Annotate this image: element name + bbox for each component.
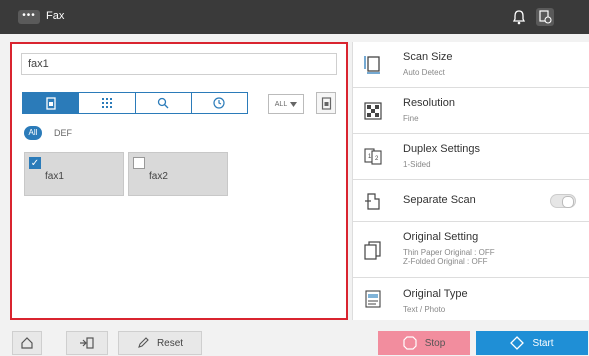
setting-title: Separate Scan bbox=[403, 194, 476, 206]
setting-value: Thin Paper Original : OFF bbox=[403, 248, 495, 257]
scan-size-setting[interactable]: Scan Size Auto Detect bbox=[353, 42, 589, 88]
separate-scan-setting[interactable]: Separate Scan bbox=[353, 180, 589, 222]
stop-button[interactable]: Stop bbox=[378, 331, 470, 355]
index-select[interactable]: ALL bbox=[268, 94, 304, 114]
start-icon bbox=[510, 336, 525, 350]
reset-button[interactable]: Reset bbox=[118, 331, 202, 355]
duplex-icon: 12 bbox=[364, 148, 382, 165]
checkbox[interactable] bbox=[133, 157, 145, 169]
setting-value: 1-Sided bbox=[403, 160, 431, 169]
destination-input[interactable]: fax1 bbox=[21, 53, 337, 75]
home-icon bbox=[21, 337, 33, 349]
setting-title: Scan Size bbox=[403, 51, 453, 63]
destination-label: fax2 bbox=[149, 171, 168, 182]
page-title: Fax bbox=[46, 10, 65, 22]
duplex-setting[interactable]: 12 Duplex Settings 1-Sided bbox=[353, 134, 589, 180]
setting-title: Original Type bbox=[403, 288, 468, 300]
chevron-down-icon bbox=[290, 101, 298, 107]
address-book-icon bbox=[321, 96, 331, 110]
top-bar: ••• Fax bbox=[0, 0, 589, 34]
checkbox-checked[interactable]: ✓ bbox=[29, 157, 41, 169]
separate-scan-toggle[interactable] bbox=[550, 194, 576, 208]
tab-keypad[interactable] bbox=[78, 93, 135, 113]
bell-icon[interactable] bbox=[510, 8, 528, 26]
address-book-icon bbox=[45, 96, 56, 110]
original-setting-icon bbox=[364, 241, 381, 260]
destination-card[interactable]: ✓ fax1 bbox=[24, 152, 124, 196]
bottom-bar: Reset Stop Start bbox=[0, 324, 589, 356]
address-detail-button[interactable] bbox=[316, 92, 336, 114]
start-button[interactable]: Start bbox=[476, 331, 588, 355]
setting-value: Text / Photo bbox=[403, 305, 446, 314]
scan-size-icon bbox=[364, 56, 380, 74]
separate-scan-icon bbox=[365, 193, 380, 210]
tab-address-book[interactable] bbox=[23, 93, 79, 113]
setting-title: Original Setting bbox=[403, 231, 479, 243]
stop-label: Stop bbox=[424, 337, 446, 349]
resolution-setting[interactable]: Resolution Fine bbox=[353, 88, 589, 134]
history-clock-icon bbox=[213, 97, 225, 109]
search-icon bbox=[157, 97, 169, 109]
logout-icon bbox=[80, 337, 94, 349]
job-status-icon[interactable] bbox=[536, 8, 554, 26]
tab-history[interactable] bbox=[190, 93, 247, 113]
resolution-icon bbox=[364, 102, 382, 120]
setting-title: Resolution bbox=[403, 97, 455, 109]
filter-def[interactable]: DEF bbox=[54, 128, 72, 138]
destination-label: fax1 bbox=[45, 171, 64, 182]
logout-button[interactable] bbox=[66, 331, 108, 355]
more-dots-icon[interactable]: ••• bbox=[18, 10, 40, 24]
tab-search[interactable] bbox=[134, 93, 191, 113]
destination-tabs bbox=[22, 92, 248, 114]
original-type-setting[interactable]: Original Type Text / Photo bbox=[353, 278, 589, 320]
setting-title: Duplex Settings bbox=[403, 143, 481, 155]
destination-panel: fax1 ALL All DEF ✓ fax1 fax2 bbox=[10, 42, 348, 320]
setting-value: Fine bbox=[403, 114, 419, 123]
keypad-icon bbox=[101, 98, 112, 108]
destination-card[interactable]: fax2 bbox=[128, 152, 228, 196]
stop-icon bbox=[403, 336, 417, 350]
setting-value: Z-Folded Original : OFF bbox=[403, 257, 488, 266]
original-setting[interactable]: Original Setting Thin Paper Original : O… bbox=[353, 222, 589, 278]
settings-panel: Scan Size Auto Detect Resolution Fine 12… bbox=[352, 42, 589, 320]
reset-label: Reset bbox=[156, 337, 184, 349]
pencil-icon bbox=[138, 337, 149, 348]
home-button[interactable] bbox=[12, 331, 42, 355]
original-type-icon bbox=[365, 290, 381, 308]
index-select-value: ALL bbox=[274, 100, 288, 108]
filter-all[interactable]: All bbox=[24, 126, 42, 140]
setting-value: Auto Detect bbox=[403, 68, 445, 77]
start-label: Start bbox=[532, 337, 554, 349]
